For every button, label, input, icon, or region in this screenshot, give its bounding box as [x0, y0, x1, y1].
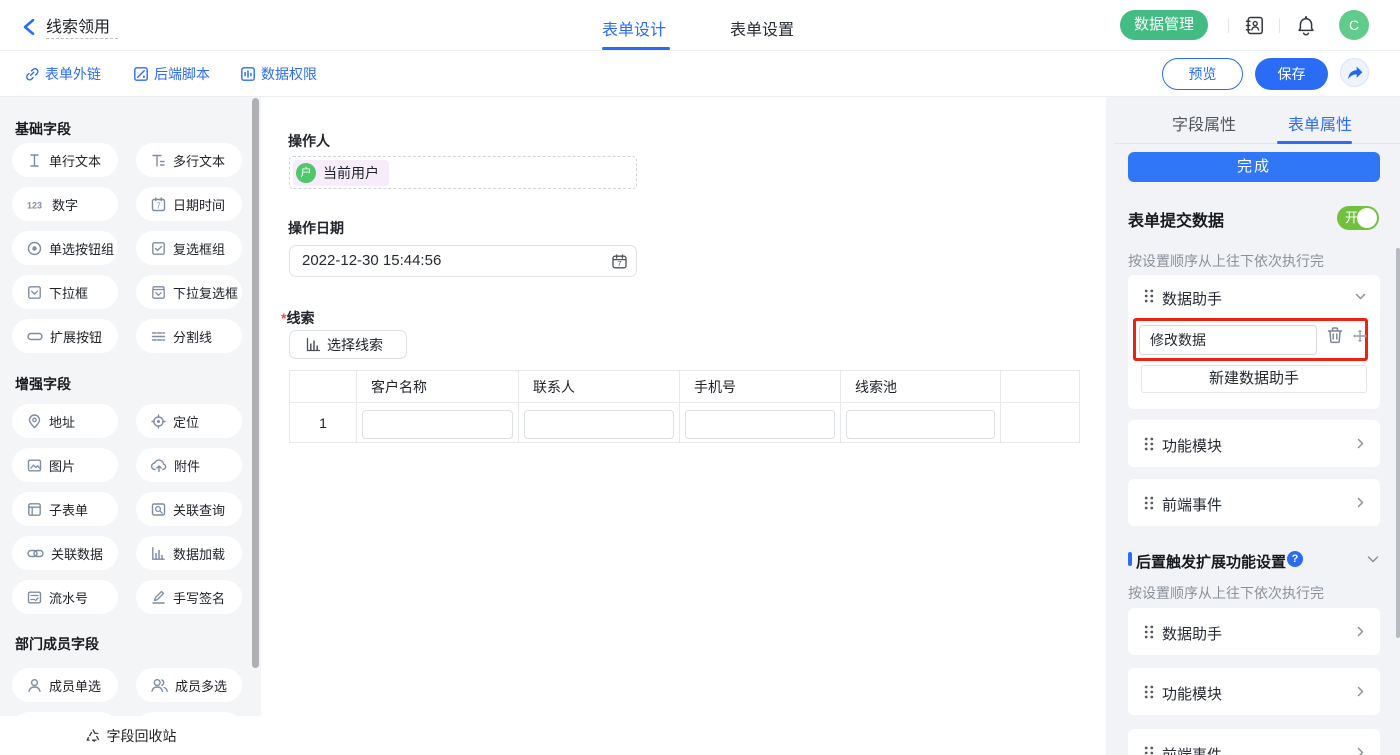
svg-text:7: 7 [156, 201, 161, 210]
svg-text:123: 123 [27, 200, 42, 210]
svg-text:7: 7 [617, 259, 621, 268]
